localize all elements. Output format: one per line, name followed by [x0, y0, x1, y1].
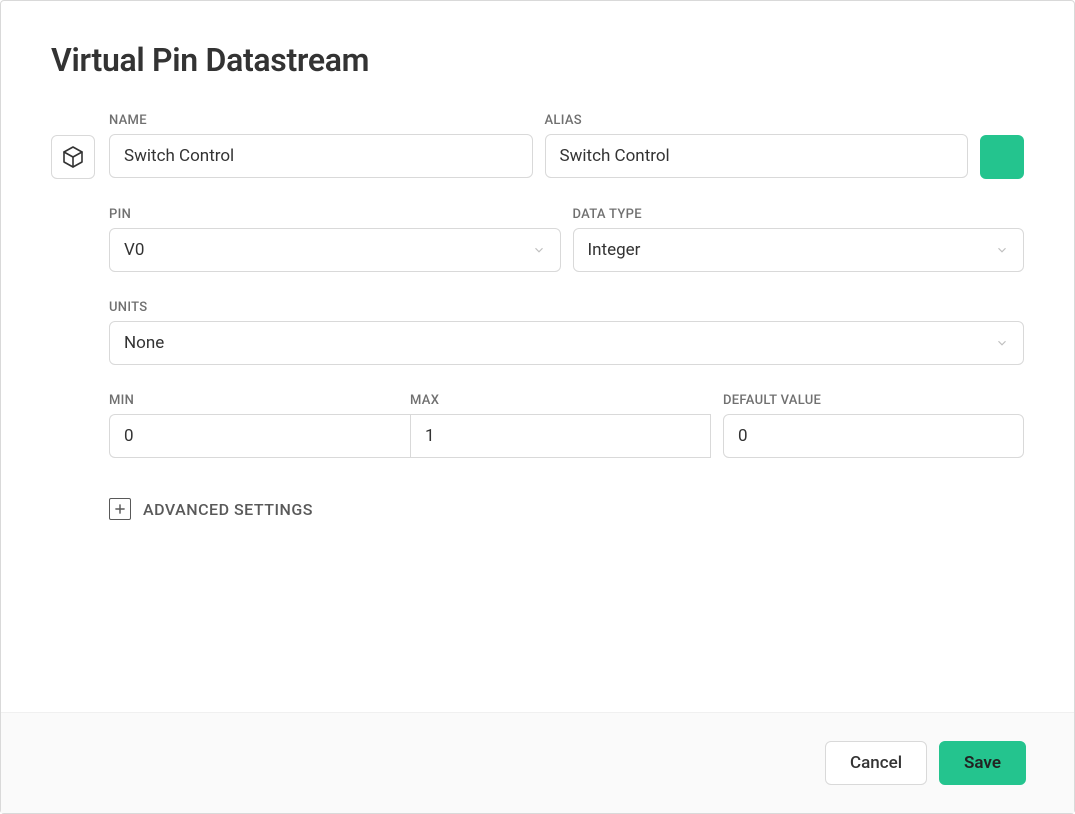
modal-body: Virtual Pin Datastream NAME ALIAS	[1, 1, 1074, 712]
max-field: MAX	[410, 393, 711, 458]
alias-input[interactable]	[545, 134, 969, 178]
default-label: DEFAULT VALUE	[723, 393, 1024, 408]
icon-picker-button[interactable]	[51, 135, 95, 179]
default-field: DEFAULT VALUE	[723, 393, 1024, 458]
row-name-alias: NAME ALIAS	[51, 113, 1024, 179]
max-input[interactable]	[410, 414, 711, 458]
row-pin-type: PIN V0 DATA TYPE Integer	[109, 207, 1024, 272]
default-input[interactable]	[723, 414, 1024, 458]
name-label: NAME	[109, 113, 533, 128]
alias-field: ALIAS	[545, 113, 969, 179]
chevron-down-icon	[995, 336, 1009, 350]
chevron-down-icon	[532, 243, 546, 257]
max-label: MAX	[410, 393, 711, 408]
min-field: MIN	[109, 393, 410, 458]
min-input[interactable]	[109, 414, 410, 458]
units-select[interactable]: None	[109, 321, 1024, 365]
datatype-select[interactable]: Integer	[573, 228, 1025, 272]
cube-icon	[61, 145, 85, 169]
min-label: MIN	[109, 393, 410, 408]
pin-label: PIN	[109, 207, 561, 222]
pin-select[interactable]: V0	[109, 228, 561, 272]
datastream-modal: Virtual Pin Datastream NAME ALIAS	[0, 0, 1075, 814]
datatype-label: DATA TYPE	[573, 207, 1025, 222]
units-value: None	[124, 333, 164, 353]
pin-value: V0	[124, 240, 144, 260]
units-field: UNITS None	[109, 300, 1024, 365]
alias-label: ALIAS	[545, 113, 969, 128]
name-field: NAME	[109, 113, 533, 179]
datatype-field: DATA TYPE Integer	[573, 207, 1025, 272]
page-title: Virtual Pin Datastream	[51, 41, 1024, 79]
datatype-value: Integer	[588, 240, 641, 260]
cancel-button[interactable]: Cancel	[825, 741, 927, 785]
pin-field: PIN V0	[109, 207, 561, 272]
advanced-settings-toggle[interactable]: ADVANCED SETTINGS	[109, 498, 1024, 520]
row-min-max-default: MIN MAX DEFAULT VALUE	[109, 393, 1024, 458]
color-picker-button[interactable]	[980, 135, 1024, 179]
advanced-label: ADVANCED SETTINGS	[143, 500, 313, 519]
modal-footer: Cancel Save	[1, 712, 1074, 813]
row-units: UNITS None	[109, 300, 1024, 365]
chevron-down-icon	[995, 243, 1009, 257]
form-area: NAME ALIAS PIN V0	[51, 113, 1024, 520]
units-label: UNITS	[109, 300, 1024, 315]
name-input[interactable]	[109, 134, 533, 178]
plus-icon	[109, 498, 131, 520]
save-button[interactable]: Save	[939, 741, 1026, 785]
